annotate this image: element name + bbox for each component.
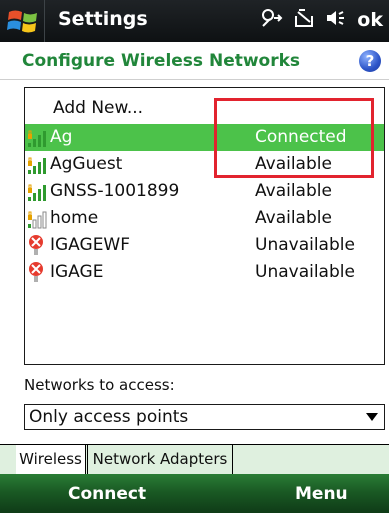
wifi-unavailable-icon xyxy=(29,262,43,282)
network-row[interactable]: IGAGEWF Unavailable xyxy=(25,232,384,259)
dropdown-arrow-icon[interactable] xyxy=(366,413,378,421)
network-status: Connected xyxy=(255,127,347,147)
page-title: Configure Wireless Networks xyxy=(22,51,301,71)
wifi-unavailable-icon xyxy=(29,235,43,255)
add-new-network-item[interactable]: Add New... xyxy=(53,98,143,118)
softkey-bar: Connect Menu xyxy=(0,474,389,513)
wifi-signal-icon xyxy=(28,157,46,174)
network-name: GNSS-1001899 xyxy=(50,181,180,201)
tab-wireless[interactable]: Wireless xyxy=(16,445,86,475)
network-name: IGAGEWF xyxy=(50,235,131,255)
ok-button[interactable]: ok xyxy=(357,9,383,31)
tab-network-adapters[interactable]: Network Adapters xyxy=(87,445,233,475)
network-name: IGAGE xyxy=(50,262,104,282)
wifi-signal-icon xyxy=(28,184,46,201)
network-row[interactable]: Ag Connected xyxy=(25,124,384,151)
page-header: Configure Wireless Networks ? xyxy=(0,42,389,80)
help-icon[interactable]: ? xyxy=(359,50,381,72)
wifi-signal-icon xyxy=(28,130,46,147)
network-list[interactable]: Add New... Ag Connected AgGuest Availabl… xyxy=(24,87,385,365)
network-name: Ag xyxy=(50,127,73,147)
network-status: Available xyxy=(255,208,332,228)
network-row[interactable]: IGAGE Unavailable xyxy=(25,259,384,286)
start-menu-icon[interactable] xyxy=(7,6,39,36)
connectivity-icon[interactable] xyxy=(261,8,283,31)
tab-bar: Wireless Network Adapters xyxy=(0,444,389,475)
connect-softkey[interactable]: Connect xyxy=(68,484,146,504)
access-dropdown-value: Only access points xyxy=(29,407,189,427)
network-row[interactable]: AgGuest Available xyxy=(25,151,384,178)
network-status: Available xyxy=(255,181,332,201)
access-dropdown[interactable]: Only access points xyxy=(24,404,385,430)
network-row[interactable]: home Available xyxy=(25,205,384,232)
network-status: Unavailable xyxy=(255,235,355,255)
network-row[interactable]: GNSS-1001899 Available xyxy=(25,178,384,205)
wifi-weak-signal-icon xyxy=(28,211,47,229)
network-name: AgGuest xyxy=(50,154,123,174)
volume-icon[interactable] xyxy=(325,8,347,31)
menu-softkey[interactable]: Menu xyxy=(295,484,348,504)
title-separator xyxy=(44,0,45,42)
network-status: Unavailable xyxy=(255,262,355,282)
title-bar: Settings ok xyxy=(0,0,389,42)
status-icons: ok xyxy=(261,8,383,31)
network-name: home xyxy=(50,208,99,228)
network-status: Available xyxy=(255,154,332,174)
access-label: Networks to access: xyxy=(24,376,175,394)
battery-icon[interactable] xyxy=(293,8,315,31)
window-title: Settings xyxy=(58,8,148,30)
